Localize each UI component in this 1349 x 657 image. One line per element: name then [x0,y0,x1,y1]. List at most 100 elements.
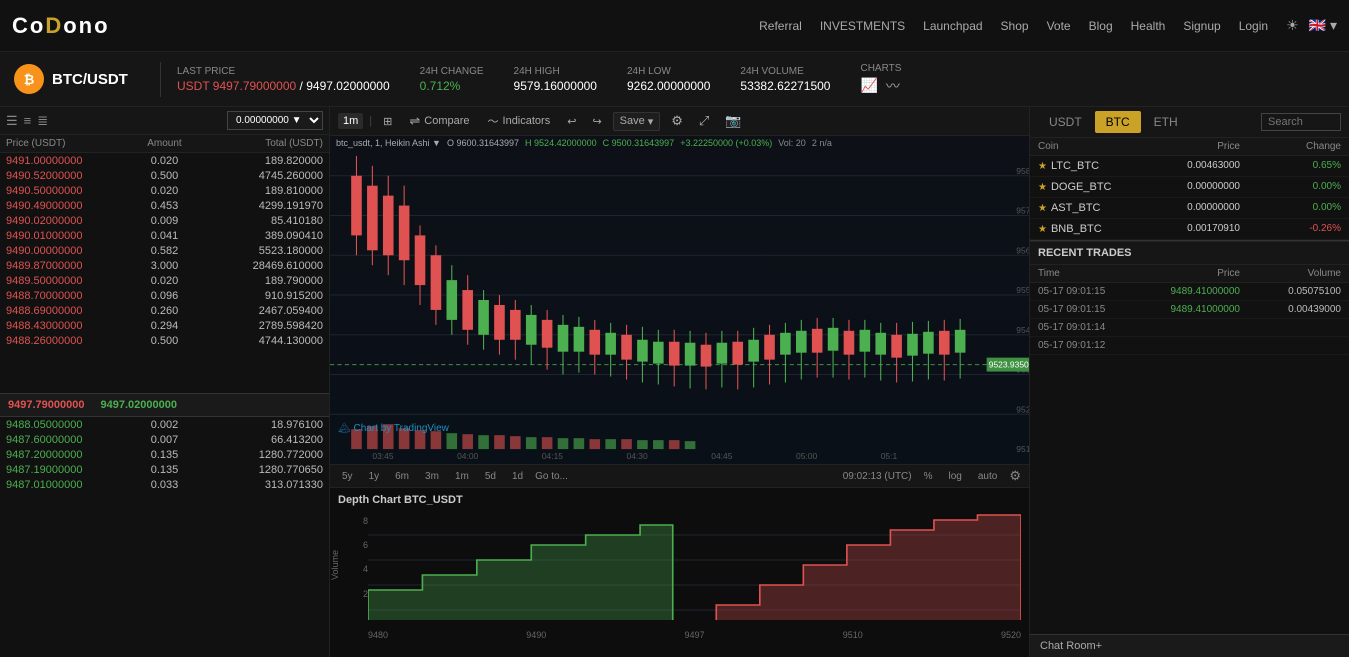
orderbook-buy-row[interactable]: 9487.01000000 0.033 313.071330 [0,477,329,492]
bottom-5y-btn[interactable]: 5y [338,470,357,483]
nav-launchpad[interactable]: Launchpad [923,19,982,33]
coin-search-input[interactable] [1261,113,1341,131]
ob-total-header: Total (USDT) [217,138,323,149]
tab-btc[interactable]: BTC [1095,111,1141,133]
auto-btn[interactable]: auto [974,470,1001,483]
sell-price: 9489.87000000 [6,260,112,272]
pair-label: BTC/USDT [52,71,128,88]
star-icon[interactable]: ★ [1038,161,1047,172]
bottom-1d-btn[interactable]: 1d [508,470,527,483]
orderbook-sell-row[interactable]: 9490.01000000 0.041 389.090410 [0,228,329,243]
indicators-btn[interactable]: 〜 Indicators [482,111,557,131]
depth-chart: 8 6 4 2 [338,510,1021,640]
orderbook-sell-row[interactable]: 9488.70000000 0.096 910.915200 [0,288,329,303]
amount-precision-select[interactable]: 0.00000000 ▼ [227,111,323,130]
rt-col-time: Time [1038,268,1139,279]
nav-shop[interactable]: Shop [1001,19,1029,33]
coin-list-row[interactable]: ★ DOGE_BTC 0.00000000 0.00% [1030,177,1349,198]
orderbook-buy-row[interactable]: 9488.05000000 0.002 18.976100 [0,417,329,432]
settings-chart-icon[interactable]: ⚙ [666,111,688,131]
snapshot-icon[interactable]: 📷 [720,111,746,131]
bottom-3m-btn[interactable]: 3m [421,470,443,483]
orderbook-buy-rows: 9488.05000000 0.002 18.976100 9487.60000… [0,417,329,657]
coin-list-row[interactable]: ★ BNB_BTC 0.00170910 -0.26% [1030,219,1349,240]
star-icon[interactable]: ★ [1038,203,1047,214]
nav-referral[interactable]: Referral [759,19,802,33]
orderbook-sell-row[interactable]: 9489.87000000 3.000 28469.610000 [0,258,329,273]
fullscreen-icon[interactable]: ⤢ [694,111,714,131]
ohlc-pair: btc_usdt, 1, Heikin Ashi ▼ [336,138,441,148]
orderbook-buy-row[interactable]: 9487.19000000 0.135 1280.770650 [0,462,329,477]
coin-price: 0.00000000 [1139,202,1240,214]
orderbook-buy-row[interactable]: 9487.60000000 0.007 66.413200 [0,432,329,447]
buy-amount: 0.135 [112,449,218,461]
bottom-5d-btn[interactable]: 5d [481,470,500,483]
coin-list-row[interactable]: ★ LTC_BTC 0.00463000 0.65% [1030,156,1349,177]
recent-trades-rows: 05-17 09:01:15 9489.41000000 0.05075100 … [1030,283,1349,634]
undo-btn[interactable]: ↩ [562,113,581,130]
percent-btn[interactable]: % [920,470,937,483]
nav-investments[interactable]: INVESTMENTS [820,19,905,33]
chart-settings-icon[interactable]: ⚙ [1009,468,1021,484]
tf-1m-btn[interactable]: 1m [338,113,363,129]
orderbook-sell-row[interactable]: 9490.02000000 0.009 85.410180 [0,213,329,228]
bottom-1m-btn[interactable]: 1m [451,470,473,483]
mid-prices: 9497.79000000 9497.02000000 [8,399,177,411]
recent-trades-headers: Time Price Volume [1030,265,1349,283]
orderbook-sell-row[interactable]: 9490.00000000 0.582 5523.180000 [0,243,329,258]
nav-health[interactable]: Health [1131,19,1166,33]
sell-price: 9488.70000000 [6,290,112,302]
save-btn[interactable]: Save ▾ [613,112,661,131]
orderbook-sell-row[interactable]: 9488.69000000 0.260 2467.059400 [0,303,329,318]
bottom-6m-btn[interactable]: 6m [391,470,413,483]
orderbook-sell-row[interactable]: 9489.50000000 0.020 189.790000 [0,273,329,288]
save-label: Save [620,115,645,127]
log-btn[interactable]: log [945,470,966,483]
language-flag[interactable]: 🇬🇧 ▾ [1309,17,1337,34]
orderbook-sell-row[interactable]: 9490.49000000 0.453 4299.191970 [0,198,329,213]
nav-signup[interactable]: Signup [1183,19,1220,33]
buy-price: 9487.01000000 [6,479,112,491]
compare-btn[interactable]: ⇌ Compare [403,111,475,131]
list-icon[interactable]: ☰ [6,113,18,129]
settings-icon[interactable]: ☀ [1286,17,1299,34]
orderbook-buy-row[interactable]: 9487.20000000 0.135 1280.772000 [0,447,329,462]
coin-change: 0.65% [1240,160,1341,172]
star-icon[interactable]: ★ [1038,224,1047,235]
wave-icon: 〜 [488,113,499,129]
chat-room-btn[interactable]: Chat Room+ [1030,634,1349,657]
chart-attribution: 🏔 Chart by TradingView [338,423,449,434]
buy-side-icon[interactable]: ≡ [24,113,32,128]
sell-amount: 0.500 [112,170,218,182]
candle-type-icon[interactable]: ⊞ [378,113,397,130]
nav-login[interactable]: Login [1239,19,1268,33]
orderbook-sell-row[interactable]: 9490.50000000 0.020 189.810000 [0,183,329,198]
candle-chart-icon[interactable]: 〰 [886,76,900,96]
nav-vote[interactable]: Vote [1047,19,1071,33]
orderbook-sell-row[interactable]: 9490.52000000 0.500 4745.260000 [0,168,329,183]
tab-usdt[interactable]: USDT [1038,111,1093,133]
coin-change: -0.26% [1240,223,1341,235]
depth-x-1: 9480 [368,630,388,640]
chart-bottom-bar: 5y 1y 6m 3m 1m 5d 1d Go to... 09:02:13 (… [330,464,1029,487]
nav-blog[interactable]: Blog [1089,19,1113,33]
tab-eth[interactable]: ETH [1143,111,1189,133]
sell-side-icon[interactable]: ≣ [37,113,48,129]
redo-btn[interactable]: ↪ [587,113,606,130]
logo[interactable]: CoDono [12,13,110,39]
svg-text:04:00: 04:00 [457,452,479,461]
col-coin: Coin [1038,141,1139,152]
orderbook-sell-row[interactable]: 9491.00000000 0.020 189.820000 [0,153,329,168]
coin-list-row[interactable]: ★ AST_BTC 0.00000000 0.00% [1030,198,1349,219]
goto-btn[interactable]: Go to... [535,471,568,482]
line-chart-icon[interactable]: 📈 [860,77,877,94]
orderbook-sell-row[interactable]: 9488.43000000 0.294 2789.598420 [0,318,329,333]
star-icon[interactable]: ★ [1038,182,1047,193]
orderbook-sell-row[interactable]: 9488.26000000 0.500 4744.130000 [0,333,329,348]
nav-right-icons: ☀ 🇬🇧 ▾ [1286,17,1337,34]
coin-list: ★ LTC_BTC 0.00463000 0.65% ★ DOGE_BTC 0.… [1030,156,1349,240]
coin-name: ★ AST_BTC [1038,202,1139,214]
sell-total: 2789.598420 [217,320,323,332]
buy-amount: 0.007 [112,434,218,446]
bottom-1y-btn[interactable]: 1y [365,470,384,483]
